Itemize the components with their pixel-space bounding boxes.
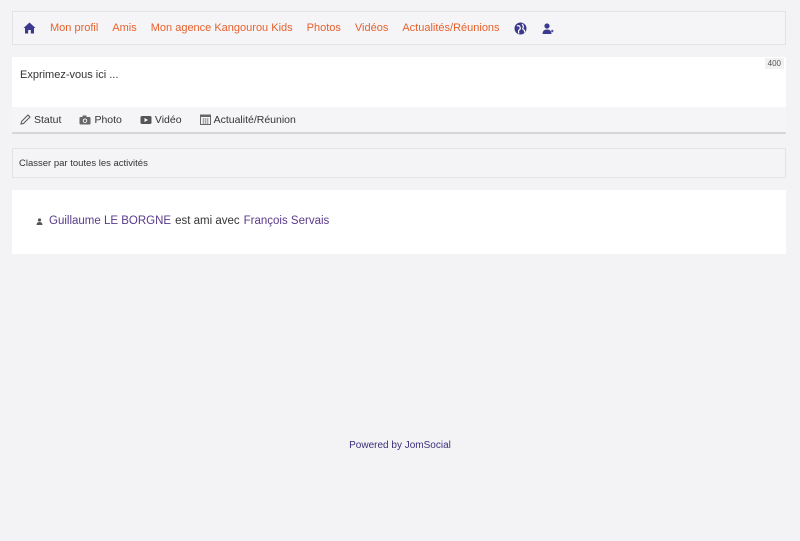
activity-actor-link[interactable]: Guillaume LE BORGNE (49, 215, 171, 227)
user-icon[interactable] (541, 22, 554, 35)
activity-filter-label[interactable]: Classer par toutes les activités (19, 158, 148, 169)
tab-video-label: Vidéo (154, 113, 182, 126)
nav-mon-profil[interactable]: Mon profil (50, 22, 98, 34)
char-counter: 400 (764, 58, 784, 69)
activity-filter[interactable]: Classer par toutes les activités (12, 148, 786, 178)
nav-amis[interactable]: Amis (112, 22, 136, 34)
video-icon (140, 115, 152, 124)
top-navbar: Mon profil Amis Mon agence Kangourou Kid… (12, 11, 786, 45)
pencil-icon (20, 114, 31, 125)
tab-photo-label: Photo (94, 113, 122, 126)
nav-videos[interactable]: Vidéos (355, 22, 388, 34)
camera-icon (79, 115, 91, 124)
tab-actualite-reunion[interactable]: Actualité/Réunion (199, 113, 296, 126)
activity-stream: Guillaume LE BORGNE est ami avec Françoi… (12, 190, 786, 254)
user-small-icon (36, 217, 43, 225)
tab-actualite-reunion-label: Actualité/Réunion (213, 113, 296, 126)
composer-tabs: Statut Photo Vidéo Actualité/Réunion (12, 107, 786, 134)
footer-powered-by[interactable]: Powered by JomSocial (0, 440, 800, 451)
tab-video[interactable]: Vidéo (140, 114, 182, 126)
home-icon[interactable] (23, 22, 36, 34)
status-input-placeholder[interactable]: Exprimez-vous ici ... (20, 69, 118, 81)
nav-photos[interactable]: Photos (307, 22, 341, 34)
tab-photo[interactable]: Photo (79, 113, 122, 126)
status-composer[interactable]: Exprimez-vous ici ... 400 (12, 57, 786, 107)
activity-verb: est ami avec (175, 215, 240, 227)
activity-item: Guillaume LE BORGNE est ami avec Françoi… (36, 215, 329, 227)
tab-statut-label: Statut (34, 113, 62, 126)
globe-icon[interactable] (514, 22, 527, 35)
activity-target-link[interactable]: François Servais (244, 215, 330, 227)
calendar-icon (199, 114, 211, 125)
nav-actualites-reunions[interactable]: Actualités/Réunions (402, 22, 499, 34)
nav-mon-agence[interactable]: Mon agence Kangourou Kids (151, 22, 293, 34)
tab-statut[interactable]: Statut (20, 114, 61, 126)
